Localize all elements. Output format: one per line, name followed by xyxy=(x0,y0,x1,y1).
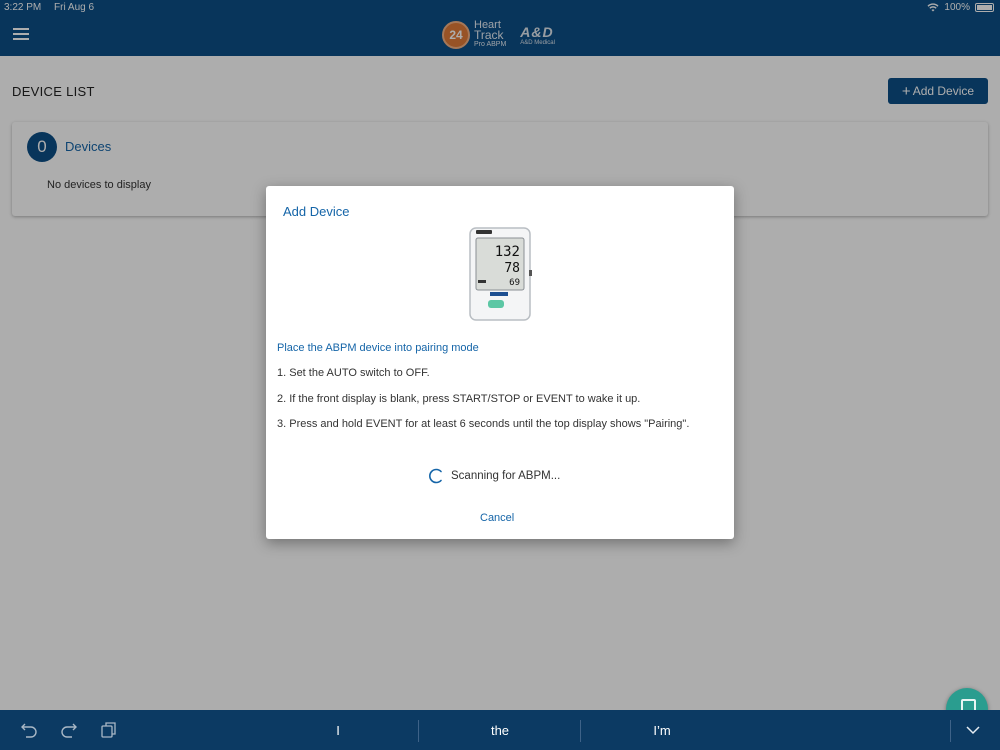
instruction-step-1: 1. Set the AUTO switch to OFF. xyxy=(277,367,430,379)
undo-icon[interactable] xyxy=(20,722,38,738)
display-dia: 78 xyxy=(504,261,520,276)
pairing-instructions-heading: Place the ABPM device into pairing mode xyxy=(277,342,479,354)
redo-icon[interactable] xyxy=(60,722,78,738)
instruction-step-2: 2. If the front display is blank, press … xyxy=(277,393,641,405)
suggestion-divider xyxy=(580,720,581,742)
scanning-status: Scanning for ABPM... xyxy=(428,468,560,484)
display-pulse: 69 xyxy=(509,278,520,288)
suggestion-divider xyxy=(950,720,951,742)
suggestion-divider xyxy=(418,720,419,742)
instruction-step-3: 3. Press and hold EVENT for at least 6 s… xyxy=(277,418,690,430)
keyboard-shortcut-bar: I the I’m xyxy=(0,710,1000,750)
suggestion-3[interactable]: I’m xyxy=(582,723,742,738)
add-device-dialog: Add Device 132 78 69 Place the ABPM devi… xyxy=(266,186,734,539)
display-sys: 132 xyxy=(495,244,520,260)
dialog-title: Add Device xyxy=(283,204,350,219)
suggestion-1[interactable]: I xyxy=(258,723,418,738)
suggestion-2[interactable]: the xyxy=(420,723,580,738)
abpm-device-image: 132 78 69 xyxy=(469,227,532,321)
cancel-button[interactable]: Cancel xyxy=(480,512,514,524)
scanning-text: Scanning for ABPM... xyxy=(451,470,561,482)
loading-spinner-icon xyxy=(429,468,442,484)
chevron-down-icon[interactable] xyxy=(964,722,982,738)
paste-icon[interactable] xyxy=(100,722,118,738)
